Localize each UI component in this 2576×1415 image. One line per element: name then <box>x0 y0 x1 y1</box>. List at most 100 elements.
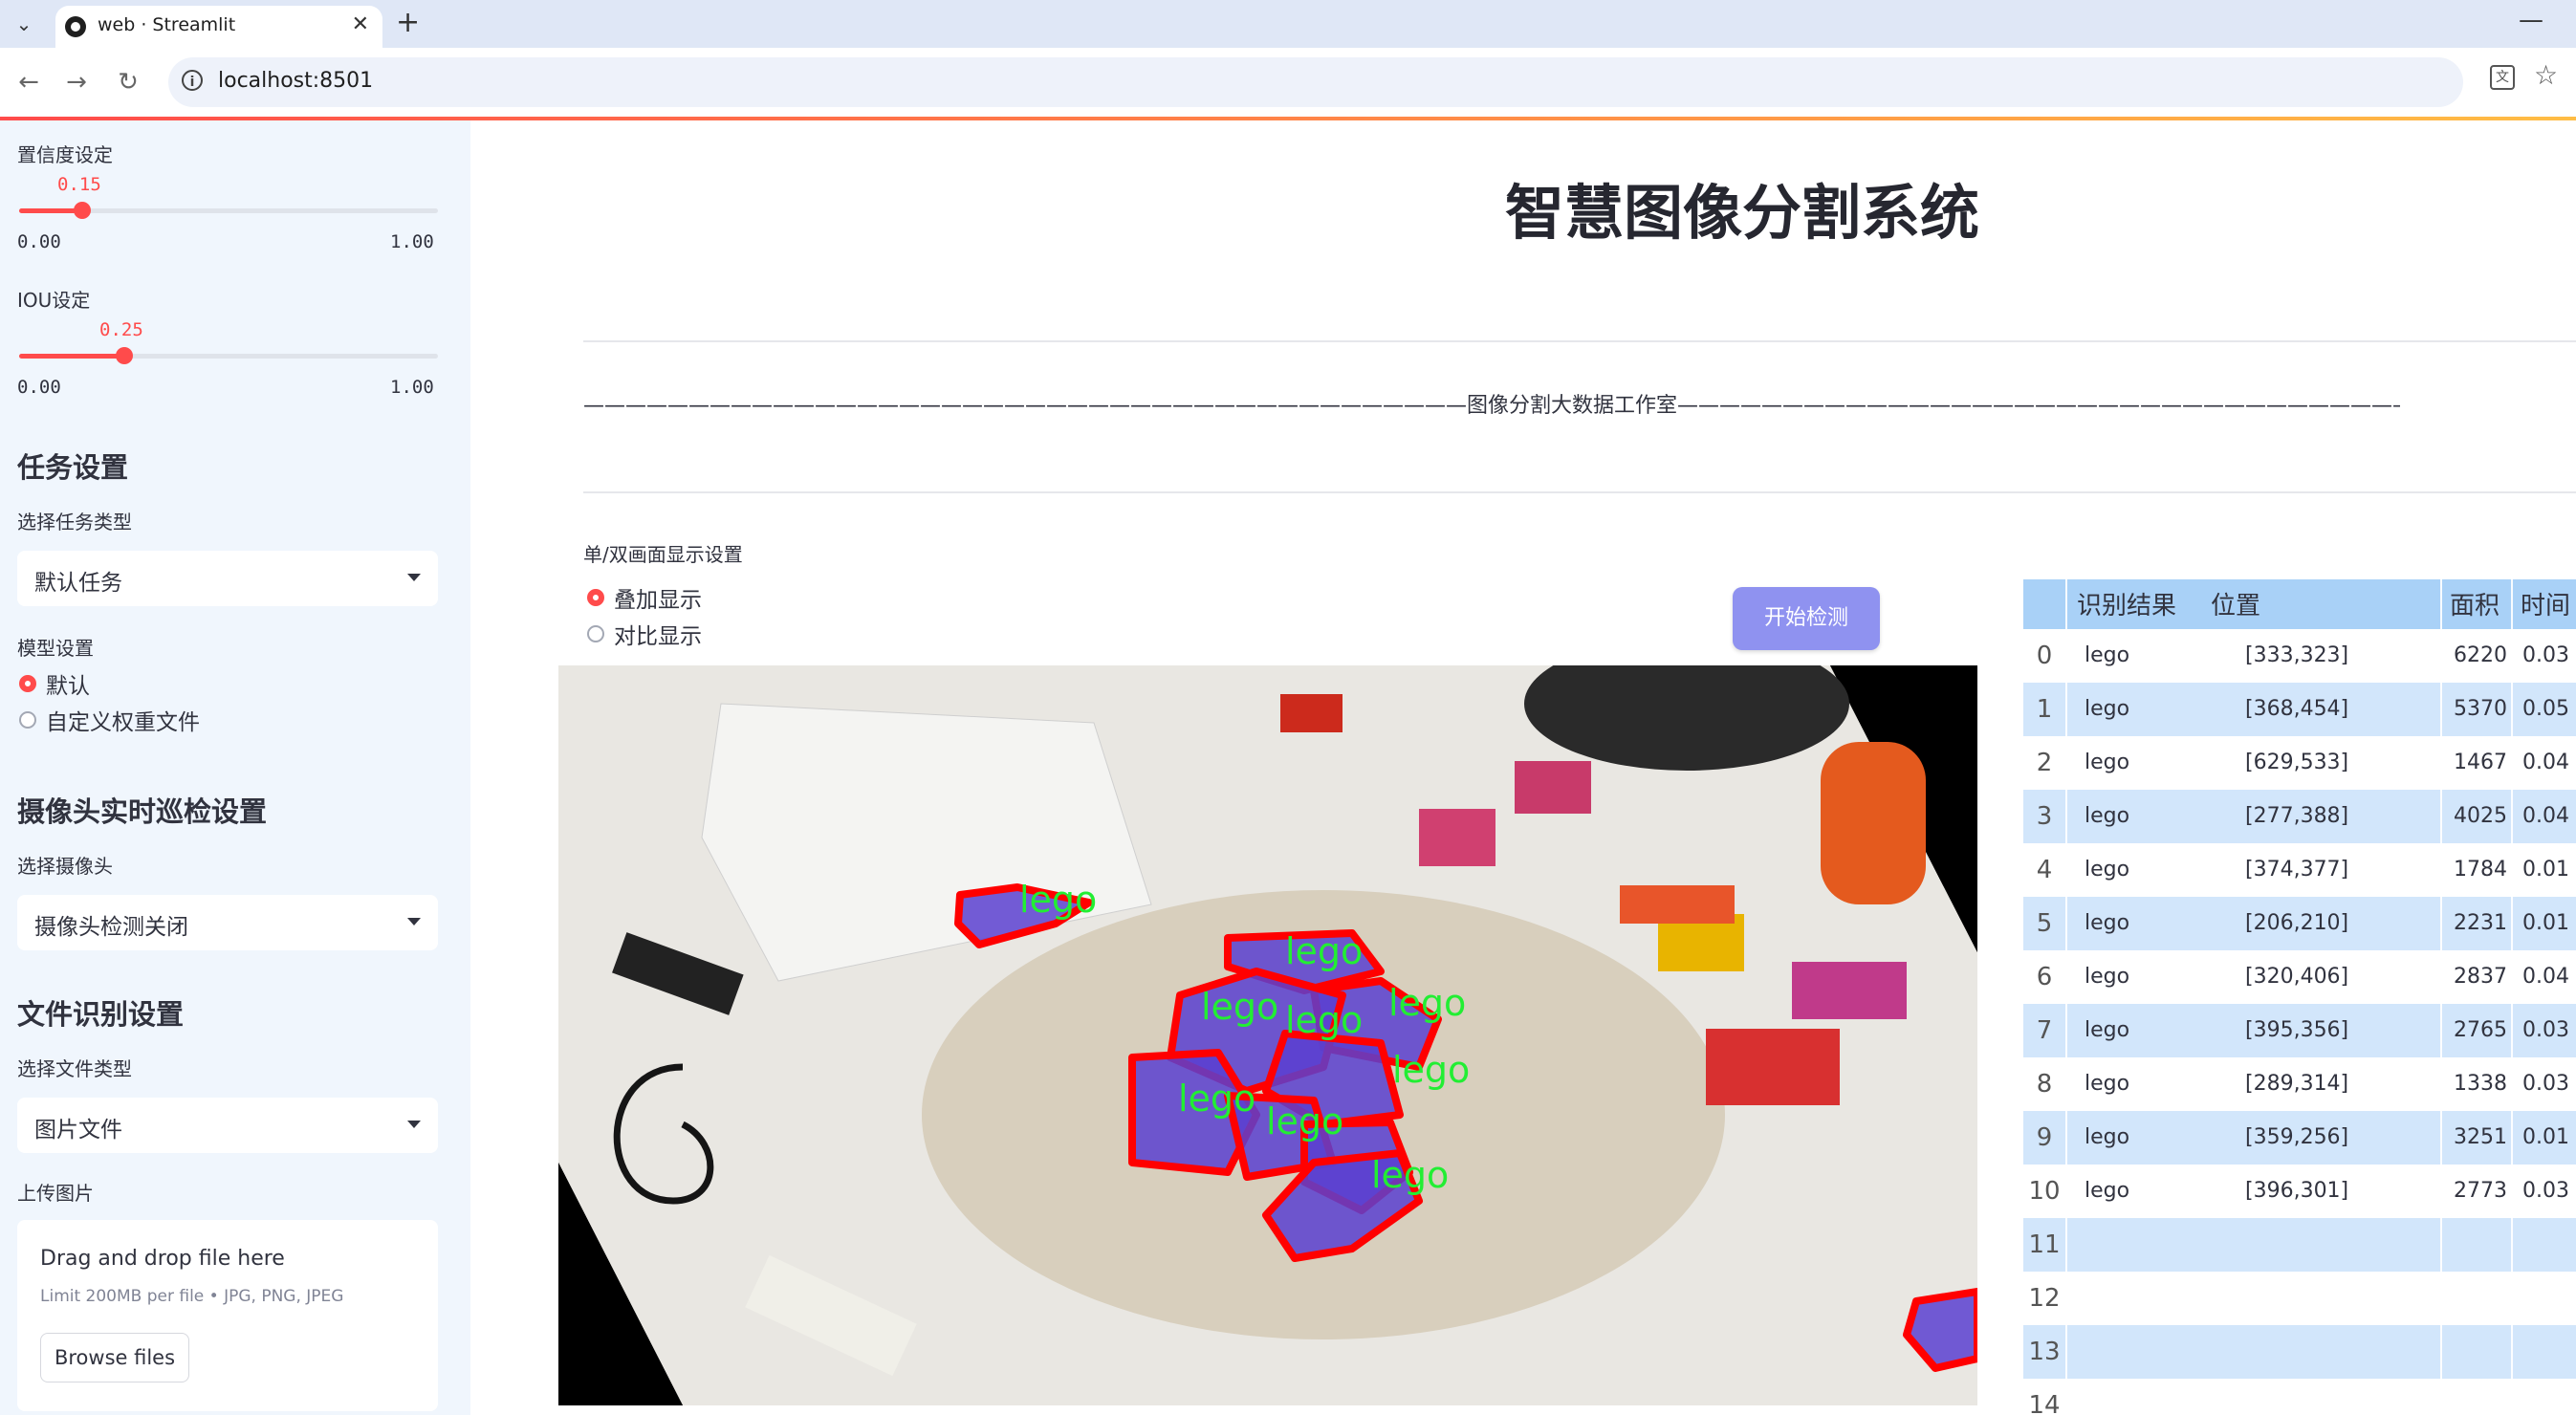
tab-title: web · Streamlit <box>98 14 236 35</box>
display-option-overlay[interactable]: 叠加显示 <box>587 583 702 613</box>
row-index: 7 <box>2036 1016 2053 1045</box>
streamlit-favicon-icon <box>65 16 86 37</box>
model-option-default[interactable]: 默认 <box>19 669 90 699</box>
browser-tab[interactable]: web · Streamlit ✕ <box>55 6 382 48</box>
file-uploader-dropzone[interactable]: Drag and drop file here Limit 200MB per … <box>17 1220 438 1411</box>
cell-time: 0.04 <box>2522 965 2569 989</box>
cell-result: lego <box>2085 965 2130 989</box>
table-row[interactable]: 6 lego [320,406] 2837 0.04 <box>2023 950 2576 1004</box>
radio-unselected-icon[interactable] <box>587 625 604 642</box>
model-option-custom[interactable]: 自定义权重文件 <box>19 706 200 735</box>
mask-label: lego <box>1019 879 1097 921</box>
bookmark-star-icon[interactable]: ☆ <box>2534 59 2558 91</box>
table-row[interactable]: 11 <box>2023 1218 2576 1272</box>
model-settings-label: 模型设置 <box>17 637 94 660</box>
segmentation-result-svg: lego lego lego lego lego lego lego lego … <box>558 665 1977 1405</box>
site-info-icon[interactable]: i <box>182 70 203 91</box>
new-tab-icon[interactable]: + <box>396 6 420 39</box>
mask-label: lego <box>1388 982 1466 1024</box>
iou-slider-thumb[interactable] <box>115 347 133 364</box>
forward-arrow-icon[interactable]: → <box>59 65 94 99</box>
table-row[interactable]: 10 lego [396,301] 2773 0.03 <box>2023 1165 2576 1218</box>
cell-position: [395,356] <box>2245 1018 2349 1042</box>
row-index: 5 <box>2036 909 2053 938</box>
cell-area: 6220 <box>2454 643 2507 667</box>
table-row[interactable]: 2 lego [629,533] 1467 0.04 <box>2023 736 2576 790</box>
back-arrow-icon[interactable]: ← <box>11 65 46 99</box>
iou-slider[interactable] <box>19 347 438 364</box>
cell-area: 5370 <box>2454 697 2507 721</box>
cell-result: lego <box>2085 643 2130 667</box>
address-bar[interactable]: i localhost:8501 <box>168 57 2463 107</box>
confidence-min: 0.00 <box>17 231 61 252</box>
task-type-select[interactable]: 默认任务 <box>17 551 438 606</box>
table-row[interactable]: 0 lego [333,323] 6220 0.03 <box>2023 629 2576 683</box>
table-row[interactable]: 8 lego [289,314] 1338 0.03 <box>2023 1057 2576 1111</box>
cell-time: 0.05 <box>2522 697 2569 721</box>
browser-tab-bar: ⌄ web · Streamlit ✕ + — <box>0 0 2576 48</box>
cell-area: 2765 <box>2454 1018 2507 1042</box>
window-minimize-icon[interactable]: — <box>2519 6 2543 34</box>
display-option-compare[interactable]: 对比显示 <box>587 620 702 649</box>
table-row[interactable]: 1 lego [368,454] 5370 0.05 <box>2023 683 2576 736</box>
cell-area: 2837 <box>2454 965 2507 989</box>
radio-unselected-icon[interactable] <box>19 711 36 729</box>
camera-select-value: 摄像头检测关闭 <box>34 915 188 940</box>
row-index: 11 <box>2028 1230 2061 1259</box>
start-detection-button[interactable]: 开始检测 <box>1733 587 1880 650</box>
mask-label: lego <box>1178 1078 1255 1120</box>
cell-time: 0.01 <box>2522 911 2569 935</box>
cell-time: 0.01 <box>2522 858 2569 882</box>
row-index: 14 <box>2028 1391 2061 1415</box>
header-position[interactable]: 位置 <box>2211 579 2260 629</box>
table-row[interactable]: 9 lego [359,256] 3251 0.01 <box>2023 1111 2576 1165</box>
model-option-label: 自定义权重文件 <box>46 710 200 735</box>
row-index: 6 <box>2036 963 2053 991</box>
table-row[interactable]: 3 lego [277,388] 4025 0.04 <box>2023 790 2576 843</box>
camera-select[interactable]: 摄像头检测关闭 <box>17 895 438 950</box>
table-row[interactable]: 5 lego [206,210] 2231 0.01 <box>2023 897 2576 950</box>
tab-search-chevron-icon[interactable]: ⌄ <box>8 8 40 40</box>
header-result[interactable]: 识别结果 <box>2077 579 2176 629</box>
model-option-label: 默认 <box>46 674 90 699</box>
table-header-row: 识别结果 位置 面积 时间 <box>2023 579 2576 629</box>
chevron-down-icon <box>407 574 421 581</box>
radio-selected-icon[interactable] <box>19 675 36 692</box>
row-index: 0 <box>2036 642 2053 670</box>
confidence-label: 置信度设定 <box>17 143 113 166</box>
chevron-down-icon <box>407 1121 421 1128</box>
tab-close-icon[interactable]: ✕ <box>352 12 369 36</box>
table-row[interactable]: 13 <box>2023 1325 2576 1379</box>
table-row[interactable]: 12 <box>2023 1272 2576 1325</box>
cell-result: lego <box>2085 1125 2130 1149</box>
chevron-down-icon <box>407 918 421 925</box>
cell-time: 0.03 <box>2522 1072 2569 1096</box>
reload-icon[interactable]: ↻ <box>111 65 145 99</box>
url-text[interactable]: localhost:8501 <box>218 69 373 93</box>
row-index: 2 <box>2036 749 2053 777</box>
browse-files-button[interactable]: Browse files <box>40 1333 189 1382</box>
results-table[interactable]: 识别结果 位置 面积 时间 0 lego [333,323] 6220 0.03 1 leg… <box>2023 579 2576 1415</box>
header-area[interactable]: 面积 <box>2450 579 2500 629</box>
row-index: 8 <box>2036 1070 2053 1099</box>
confidence-slider-thumb[interactable] <box>73 202 91 219</box>
row-index: 1 <box>2036 695 2053 724</box>
radio-selected-icon[interactable] <box>587 589 604 606</box>
confidence-value: 0.15 <box>57 174 101 195</box>
browser-toolbar: ← → ↻ i localhost:8501 文 ☆ <box>0 48 2576 117</box>
divider <box>583 340 2576 342</box>
translate-icon[interactable]: 文 <box>2490 65 2515 90</box>
table-row[interactable]: 7 lego [395,356] 2765 0.03 <box>2023 1004 2576 1057</box>
iou-min: 0.00 <box>17 377 61 398</box>
header-time[interactable]: 时间 <box>2521 579 2570 629</box>
file-type-value: 图片文件 <box>34 1118 122 1143</box>
iou-value: 0.25 <box>99 319 143 340</box>
confidence-slider[interactable] <box>19 202 438 219</box>
table-row[interactable]: 14 <box>2023 1379 2576 1415</box>
table-row[interactable]: 4 lego [374,377] 1784 0.01 <box>2023 843 2576 897</box>
iou-slider-fill <box>19 354 124 359</box>
cell-result: lego <box>2085 751 2130 774</box>
purple-brick <box>1792 962 1907 1019</box>
row-index: 13 <box>2028 1338 2061 1366</box>
file-type-select[interactable]: 图片文件 <box>17 1098 438 1153</box>
